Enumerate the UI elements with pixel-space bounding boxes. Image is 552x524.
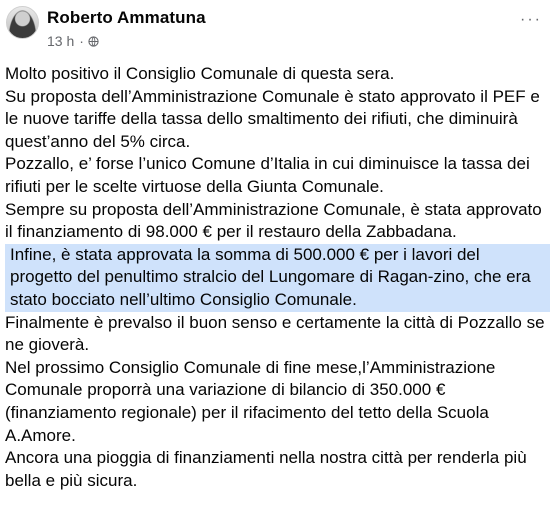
post-body: Molto positivo il Consiglio Comunale di … (5, 63, 550, 492)
paragraph-8: Ancora una pioggia di finanziamenti nell… (5, 448, 527, 490)
paragraph-1: Molto positivo il Consiglio Comunale di … (5, 64, 395, 83)
paragraph-2: Su proposta dell’Amministrazione Comunal… (5, 86, 540, 151)
post-meta: 13 h · (47, 33, 99, 49)
author-name[interactable]: Roberto Ammatuna (47, 8, 206, 28)
author-avatar[interactable] (6, 6, 39, 39)
post-time[interactable]: 13 h (47, 33, 74, 49)
paragraph-4: Sempre su proposta dell’Amministrazione … (5, 199, 542, 242)
more-options-icon[interactable]: ··· (520, 12, 542, 28)
paragraph-3: Pozzallo, e’ forse l’unico Comune d’Ital… (5, 154, 530, 196)
globe-icon[interactable] (88, 35, 99, 47)
meta-separator: · (79, 33, 84, 49)
paragraph-5-highlighted: Infine, è stata approvata la somma di 50… (5, 243, 550, 312)
paragraph-7: Nel prossimo Consiglio Comunale di fine … (5, 357, 496, 445)
paragraph-6: Finalmente è prevalso il buon senso e ce… (5, 312, 545, 355)
post-header: Roberto Ammatuna 13 h · ··· (0, 0, 552, 60)
